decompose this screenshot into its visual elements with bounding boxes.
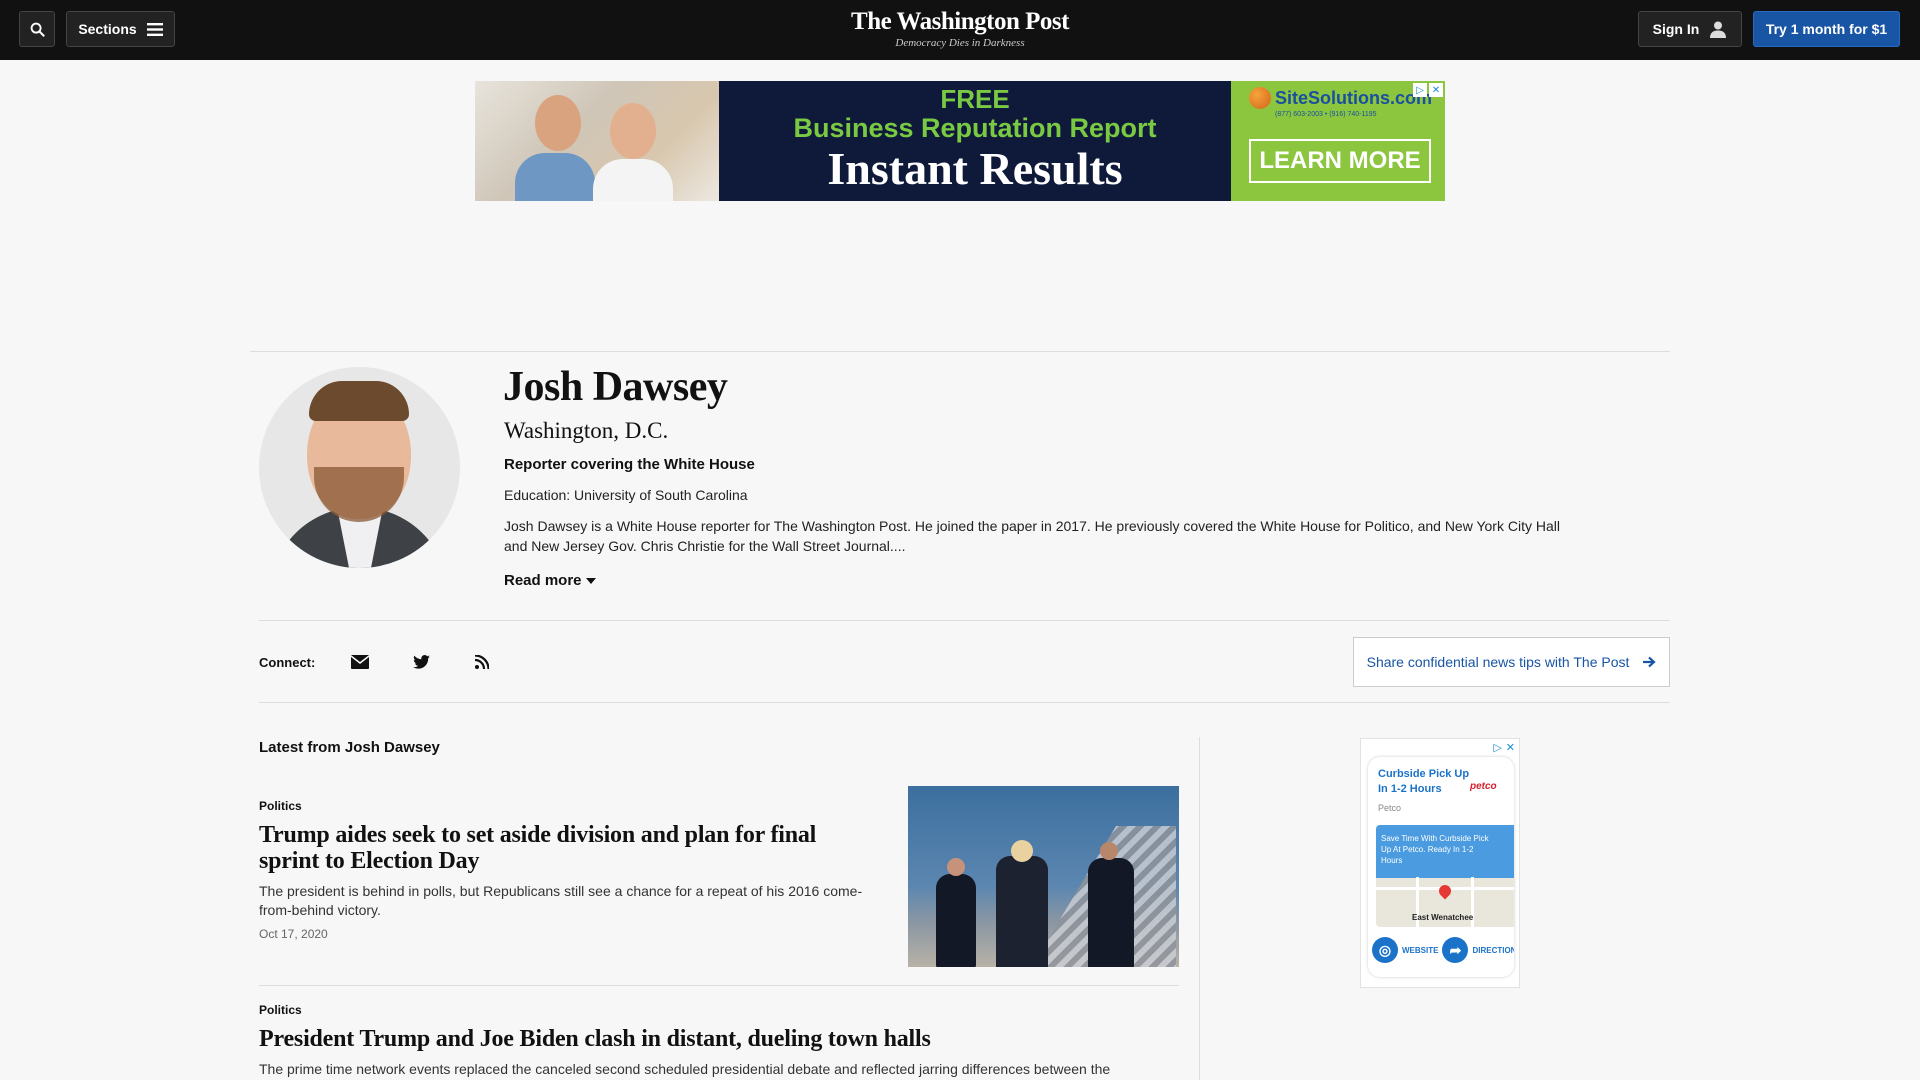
rss-button[interactable] <box>470 650 494 674</box>
adchoices-icon[interactable]: ▷ <box>1413 83 1427 97</box>
user-icon <box>1710 21 1727 38</box>
article-kicker[interactable]: Politics <box>259 1003 302 1017</box>
side-ad-brand: petco <box>1470 781 1497 792</box>
side-ad-map[interactable]: Save Time With Curbside Pick Up At Petco… <box>1376 825 1514 927</box>
sections-label: Sections <box>78 21 137 37</box>
article-thumbnail[interactable] <box>908 786 1179 967</box>
logo-wordmark: The Washington Post <box>851 8 1069 35</box>
author-bio: Josh Dawsey is a White House reporter fo… <box>504 518 1560 554</box>
logo-tagline: Democracy Dies in Darkness <box>895 37 1025 49</box>
connect-label: Connect: <box>259 655 316 670</box>
twitter-button[interactable] <box>409 650 433 674</box>
ad-phone: (877) 603-2003 • (916) 740-1195 <box>1275 111 1377 118</box>
banner-ad[interactable]: FREE Business Reputation Report Instant … <box>475 81 1445 201</box>
ad-line-report: Business Reputation Report <box>793 113 1157 143</box>
column-divider <box>1199 737 1200 1080</box>
subscribe-label: Try 1 month for $1 <box>1765 21 1888 37</box>
article-headline[interactable]: President Trump and Joe Biden clash in d… <box>259 1026 1179 1052</box>
site-logo[interactable]: The Washington Post Democracy Dies in Da… <box>810 8 1110 49</box>
ad-learn-more-button[interactable]: LEARN MORE <box>1249 139 1431 183</box>
article-date: Oct 17, 2020 <box>259 927 328 941</box>
globe-icon[interactable]: ◎ <box>1372 937 1398 963</box>
directions-link[interactable]: DIRECTIONS <box>1472 946 1514 955</box>
ad-choices: ▷ ✕ <box>1413 83 1443 97</box>
ad-brand-name: SiteSolutions.com <box>1275 87 1433 108</box>
ad-brand: SiteSolutions.com <box>1249 87 1432 109</box>
subscribe-button[interactable]: Try 1 month for $1 <box>1753 11 1900 47</box>
side-ad-actions: ◎ WEBSITE ➦ DIRECTIONS <box>1372 937 1514 963</box>
divider <box>259 702 1670 703</box>
adchoices-icon[interactable]: ▷ <box>1493 741 1501 754</box>
top-nav: Sections The Washington Post Democracy D… <box>0 0 1920 60</box>
side-ad-map-label: East Wenatchee <box>1412 913 1474 922</box>
author-location: Washington, D.C. <box>504 418 669 443</box>
read-more-label: Read more <box>504 572 582 589</box>
ad-line-instant: Instant Results <box>827 143 1123 194</box>
news-tips-button[interactable]: Share confidential news tips with The Po… <box>1353 637 1670 687</box>
divider <box>250 351 1670 352</box>
author-education: Education: University of South Carolina <box>504 487 748 503</box>
article-blurb: The president is behind in polls, but Re… <box>259 883 863 918</box>
latest-heading: Latest from Josh Dawsey <box>259 739 440 756</box>
author-avatar <box>259 367 460 568</box>
ad-message: FREE Business Reputation Report Instant … <box>719 81 1231 201</box>
article-kicker[interactable]: Politics <box>259 799 302 813</box>
author-name: Josh Dawsey <box>503 364 728 410</box>
twitter-icon <box>412 655 430 669</box>
ad-line-free: FREE <box>940 84 1010 114</box>
side-ad-title: Curbside Pick Up In 1-2 Hours <box>1378 768 1470 795</box>
sign-in-button[interactable]: Sign In <box>1638 11 1742 47</box>
side-ad-sub: Petco <box>1378 803 1402 813</box>
directions-icon[interactable]: ➦ <box>1442 937 1469 963</box>
close-icon[interactable]: ✕ <box>1429 83 1443 97</box>
arrow-right-icon <box>1643 656 1657 668</box>
email-button[interactable] <box>348 650 372 674</box>
sections-button[interactable]: Sections <box>66 11 175 47</box>
rss-icon <box>475 655 489 669</box>
read-more-button[interactable]: Read more <box>504 572 596 589</box>
sign-in-label: Sign In <box>1652 21 1700 37</box>
article-blurb: The prime time network events replaced t… <box>259 1061 1111 1077</box>
divider <box>259 985 1179 986</box>
map-pin-icon <box>1436 882 1454 900</box>
website-link[interactable]: WEBSITE <box>1402 946 1438 955</box>
side-ad-card[interactable]: Curbside Pick Up In 1-2 Hours petco Petc… <box>1368 757 1514 977</box>
close-icon[interactable]: ✕ <box>1506 741 1515 754</box>
globe-icon <box>1249 87 1271 109</box>
news-tips-label: Share confidential news tips with The Po… <box>1366 654 1630 670</box>
author-role: Reporter covering the White House <box>504 456 755 473</box>
article-headline[interactable]: Trump aides seek to set aside division a… <box>259 822 879 874</box>
caret-down-icon <box>585 578 596 584</box>
side-ad-map-text: Save Time With Curbside Pick Up At Petco… <box>1381 834 1489 865</box>
search-button[interactable] <box>19 11 55 47</box>
divider <box>259 620 1670 621</box>
ad-brand-panel: SiteSolutions.com (877) 603-2003 • (916)… <box>1231 81 1445 201</box>
ad-choices: ▷ ✕ <box>1493 741 1515 754</box>
ad-photo <box>475 81 719 201</box>
email-icon <box>351 655 369 669</box>
hamburger-icon <box>146 22 163 36</box>
side-ad[interactable]: ▷ ✕ Curbside Pick Up In 1-2 Hours petco … <box>1360 738 1520 988</box>
search-icon <box>30 22 45 37</box>
